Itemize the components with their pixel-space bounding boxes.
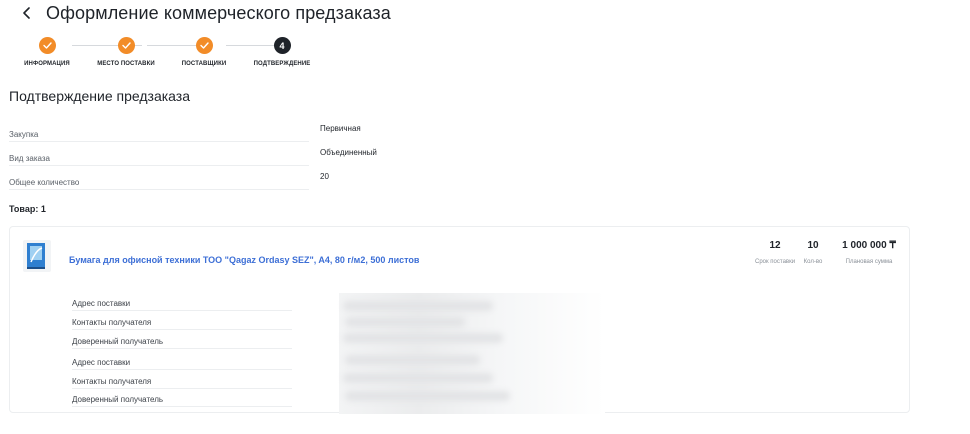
step-confirmation: 4 ПОДТВЕРЖДЕНИЕ	[242, 37, 322, 67]
detail-row-address: Адрес поставки	[72, 293, 292, 311]
check-icon	[117, 37, 135, 54]
detail-label: Доверенный получатель	[72, 395, 164, 404]
chevron-left-icon	[23, 7, 30, 19]
step-suppliers: ПОСТАВЩИКИ	[164, 37, 244, 67]
detail-label: Контакты получателя	[72, 318, 152, 327]
step-number: 4	[273, 37, 291, 54]
info-row-purchase: Закупка Первичная	[9, 124, 361, 142]
info-value: Объединенный	[320, 148, 377, 157]
metric-value: 10	[807, 240, 819, 251]
row-divider	[9, 141, 309, 142]
info-value: 20	[320, 172, 329, 181]
section-title: Подтверждение предзаказа	[9, 88, 191, 104]
page-title: Оформление коммерческого предзаказа	[46, 2, 391, 23]
goods-count: Товар: 1	[9, 204, 46, 214]
metric-value: 1 000 000 ₸	[842, 240, 896, 251]
back-button[interactable]	[16, 2, 38, 24]
metric-delivery-term: 12 Срок поставки	[755, 240, 795, 265]
progress-stepper: ИНФОРМАЦИЯ МЕСТО ПОСТАВКИ ПОСТАВЩИКИ 4 П…	[12, 37, 322, 77]
info-label: Общее количество	[9, 178, 80, 187]
row-divider	[72, 310, 292, 311]
metric-value: 12	[769, 240, 781, 251]
detail-row-address: Адрес поставки	[72, 352, 292, 370]
product-image	[23, 240, 51, 272]
detail-row-trusted-recipient: Доверенный получатель	[72, 331, 292, 349]
metric-label: Кол-во	[803, 259, 823, 265]
detail-label: Контакты получателя	[72, 377, 152, 386]
info-row-order-type: Вид заказа Объединенный	[9, 148, 377, 166]
row-divider	[72, 348, 292, 349]
metric-planned-sum: 1 000 000 ₸ Плановая сумма	[834, 240, 904, 265]
step-label: ПОДТВЕРЖДЕНИЕ	[253, 61, 311, 67]
row-divider	[72, 369, 292, 370]
redacted-region	[339, 293, 605, 414]
row-divider	[9, 189, 309, 190]
row-divider	[72, 406, 292, 407]
metric-label: Срок поставки	[755, 259, 796, 265]
row-divider	[72, 329, 292, 330]
detail-label: Адрес поставки	[72, 299, 131, 308]
step-information: ИНФОРМАЦИЯ	[7, 37, 87, 67]
product-link[interactable]: Бумага для офисной техники ТОО "Qagaz Or…	[69, 255, 419, 265]
product-card: Бумага для офисной техники ТОО "Qagaz Or…	[9, 226, 910, 414]
info-row-total-quantity: Общее количество 20	[9, 172, 329, 190]
step-label: ПОСТАВЩИКИ	[181, 61, 227, 67]
page-header: Оформление коммерческого предзаказа	[16, 2, 391, 24]
step-delivery-place: МЕСТО ПОСТАВКИ	[86, 37, 166, 67]
step-label: ИНФОРМАЦИЯ	[24, 61, 70, 67]
check-icon	[195, 37, 213, 54]
check-icon	[38, 37, 56, 54]
detail-label: Доверенный получатель	[72, 337, 164, 346]
detail-row-trusted-recipient: Доверенный получатель	[72, 389, 292, 407]
detail-row-contacts: Контакты получателя	[72, 312, 292, 330]
metric-quantity: 10 Кол-во	[798, 240, 828, 265]
detail-row-contacts: Контакты получателя	[72, 371, 292, 389]
step-label: МЕСТО ПОСТАВКИ	[97, 61, 155, 67]
info-label: Закупка	[9, 130, 39, 139]
row-divider	[9, 165, 309, 166]
detail-label: Адрес поставки	[72, 358, 131, 367]
info-value: Первичная	[320, 124, 361, 133]
metric-label: Плановая сумма	[845, 259, 893, 265]
info-label: Вид заказа	[9, 154, 50, 163]
